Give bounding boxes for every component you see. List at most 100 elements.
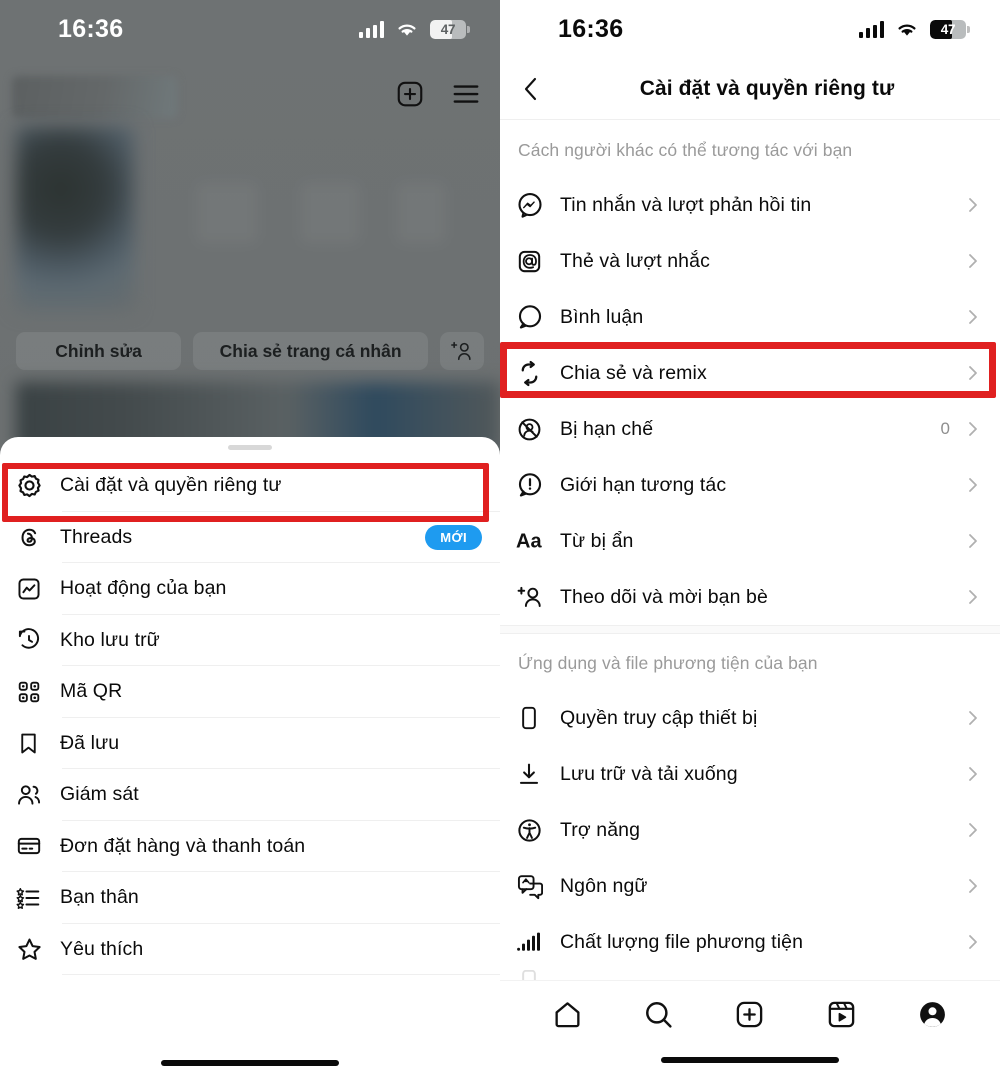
status-bar-right: 16:36 47 bbox=[500, 0, 1000, 58]
profile-header-blurred bbox=[0, 62, 500, 437]
chevron-right-icon bbox=[964, 708, 982, 728]
section-separator bbox=[500, 625, 1000, 634]
settings-row[interactable]: Thẻ và lượt nhắc bbox=[500, 233, 1000, 289]
settings-row[interactable]: Ngôn ngữ bbox=[500, 858, 1000, 914]
hamburger-menu-icon[interactable] bbox=[450, 78, 482, 110]
settings-row[interactable]: Giới hạn tương tác bbox=[500, 457, 1000, 513]
sheet-item-9[interactable]: Bạn thân bbox=[0, 872, 500, 924]
tab-create[interactable] bbox=[734, 999, 765, 1030]
settings-row[interactable]: Theo dõi và mời bạn bè bbox=[500, 569, 1000, 625]
plus-square-icon[interactable] bbox=[394, 78, 426, 110]
settings-row[interactable]: Tin nhắn và lượt phản hồi tin bbox=[500, 177, 1000, 233]
battery-icon: 47 bbox=[430, 19, 466, 39]
sheet-item-label: Giám sát bbox=[60, 783, 139, 806]
settings-row-label: Trợ năng bbox=[560, 818, 641, 841]
threads-icon bbox=[16, 524, 60, 551]
tab-search[interactable] bbox=[643, 999, 674, 1030]
chevron-right-icon bbox=[964, 251, 982, 271]
settings-row[interactable]: Chia sẻ và remix bbox=[500, 345, 1000, 401]
settings-row-label: Thẻ và lượt nhắc bbox=[560, 249, 710, 272]
settings-row[interactable]: Chất lượng file phương tiện bbox=[500, 914, 1000, 970]
sheet-item-label: Mã QR bbox=[60, 680, 123, 703]
sheet-drag-handle[interactable] bbox=[228, 445, 272, 450]
sheet-item-7[interactable]: Giám sát bbox=[0, 769, 500, 821]
bookmark-icon bbox=[16, 731, 60, 756]
tab-home[interactable] bbox=[552, 999, 583, 1030]
restricted-user-icon bbox=[516, 416, 560, 443]
profile-top-actions bbox=[394, 78, 482, 110]
credit-card-icon bbox=[16, 833, 60, 859]
divider bbox=[62, 974, 500, 975]
chevron-right-icon bbox=[964, 876, 982, 896]
settings-list[interactable]: Cách người khác có thể tương tác với bạn… bbox=[500, 121, 1000, 1083]
reels-icon bbox=[826, 999, 857, 1030]
right-screen-settings: 16:36 47 Cài đặt và quyền riêng tư Cách … bbox=[500, 0, 1000, 1083]
star-icon bbox=[16, 936, 60, 963]
home-indicator-right bbox=[661, 1057, 839, 1063]
settings-row-label: Lưu trữ và tải xuống bbox=[560, 762, 738, 785]
chevron-right-icon bbox=[964, 363, 982, 383]
download-icon bbox=[516, 761, 560, 787]
status-bar-left: 16:36 47 bbox=[0, 0, 500, 58]
sheet-item-5[interactable]: Mã QR bbox=[0, 666, 500, 718]
section-header: Cách người khác có thể tương tác với bạn bbox=[518, 140, 853, 160]
settings-row[interactable]: Lưu trữ và tải xuống bbox=[500, 746, 1000, 802]
edit-profile-button[interactable]: Chỉnh sửa bbox=[16, 332, 182, 370]
tab-reels[interactable] bbox=[826, 999, 857, 1030]
settings-row-label: Chất lượng file phương tiện bbox=[560, 930, 804, 953]
battery-nub bbox=[967, 25, 970, 33]
comment-bubble-icon bbox=[516, 303, 560, 331]
settings-row-label: Giới hạn tương tác bbox=[560, 473, 727, 496]
settings-row[interactable]: Bị hạn chế 0 bbox=[500, 401, 1000, 457]
settings-row[interactable]: Trợ năng bbox=[500, 802, 1000, 858]
create-plus-icon bbox=[734, 999, 765, 1030]
dual-screenshot-container: 16:36 47 Chỉnh sửa Chia sẻ trang cá nhân… bbox=[0, 0, 1000, 1083]
messenger-icon bbox=[516, 191, 560, 219]
share-profile-button[interactable]: Chia sẻ trang cá nhân bbox=[193, 332, 428, 370]
chevron-right-icon bbox=[964, 820, 982, 840]
settings-row-label: Chia sẻ và remix bbox=[560, 361, 707, 384]
accessibility-icon bbox=[516, 817, 560, 844]
profile-avatar-blurred bbox=[16, 126, 134, 311]
device-phone-icon bbox=[516, 705, 560, 731]
sheet-item-8[interactable]: Đơn đặt hàng và thanh toán bbox=[0, 821, 500, 872]
svg-text:Aa: Aa bbox=[516, 531, 542, 553]
add-person-icon[interactable] bbox=[440, 332, 484, 370]
stat-posts-blurred bbox=[196, 182, 258, 244]
settings-gear-icon bbox=[16, 472, 60, 499]
profile-options-bottom-sheet: Cài đặt và quyền riêng tư Threads MỚI Hoạt … bbox=[0, 437, 500, 1083]
cellular-signal-icon bbox=[358, 20, 384, 38]
username-blurred bbox=[12, 76, 177, 118]
battery-percent: 47 bbox=[440, 21, 456, 37]
profile-avatar-icon bbox=[917, 999, 948, 1030]
settings-row[interactable]: Aa Từ bị ẩn bbox=[500, 513, 1000, 569]
settings-row-label: Bị hạn chế bbox=[560, 417, 654, 440]
chevron-right-icon bbox=[964, 932, 982, 952]
settings-row-label: Tin nhắn và lượt phản hồi tin bbox=[560, 193, 812, 216]
language-translate-icon bbox=[516, 873, 560, 900]
sheet-item-3[interactable]: Hoạt động của bạn bbox=[0, 563, 500, 615]
chevron-right-icon bbox=[964, 587, 982, 607]
wifi-icon bbox=[895, 20, 919, 38]
sheet-item-4[interactable]: Kho lưu trữ bbox=[0, 615, 500, 666]
sheet-item-label: Bạn thân bbox=[60, 886, 139, 909]
wifi-icon bbox=[395, 20, 419, 38]
left-screen-profile-menu: 16:36 47 Chỉnh sửa Chia sẻ trang cá nhân… bbox=[0, 0, 500, 1083]
sheet-item-2[interactable]: Threads MỚI bbox=[0, 512, 500, 563]
chevron-right-icon bbox=[964, 475, 982, 495]
settings-row-label: Theo dõi và mời bạn bè bbox=[560, 585, 768, 608]
tab-profile[interactable] bbox=[917, 999, 948, 1030]
supervision-people-icon bbox=[16, 782, 60, 808]
settings-row[interactable]: Bình luận bbox=[500, 289, 1000, 345]
sheet-item-6[interactable]: Đã lưu bbox=[0, 718, 500, 769]
status-bar-time: 16:36 bbox=[558, 14, 624, 43]
search-icon bbox=[643, 999, 674, 1030]
archive-clock-icon bbox=[16, 627, 60, 653]
qr-code-icon bbox=[16, 679, 60, 705]
settings-nav-header: Cài đặt và quyền riêng tư bbox=[500, 58, 1000, 120]
settings-row[interactable]: Quyền truy cập thiết bị bbox=[500, 690, 1000, 746]
sheet-item-10[interactable]: Yêu thích bbox=[0, 924, 500, 975]
sheet-item-label: Hoạt động của bạn bbox=[60, 577, 227, 600]
stat-followers-blurred bbox=[300, 182, 360, 244]
sheet-item-1[interactable]: Cài đặt và quyền riêng tư bbox=[0, 460, 500, 512]
